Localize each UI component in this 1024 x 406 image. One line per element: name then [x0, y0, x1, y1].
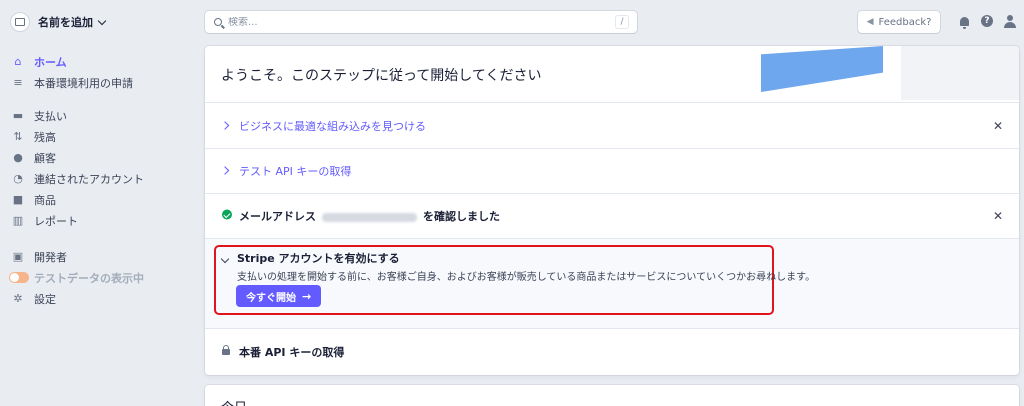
sidebar-item-label: テストデータの表示中	[34, 271, 144, 285]
start-now-button[interactable]: 今すぐ開始 →	[236, 285, 322, 307]
close-icon[interactable]: ✕	[993, 119, 1003, 133]
customer-icon: ●	[13, 151, 23, 164]
chevron-down-icon	[97, 16, 107, 25]
start-now-label: 今すぐ開始	[246, 292, 296, 304]
notifications-button[interactable]	[957, 14, 971, 29]
onboarding-header: ようこそ。このステップに従って開始してください	[205, 46, 1019, 103]
step-activate-description: 支払いの処理を開始する前に、お客様ご自身、およびお客様が販売している商品またはサ…	[237, 272, 816, 283]
connect-icon: ◔	[13, 172, 23, 185]
step-test-api[interactable]: テスト API キーの取得	[205, 149, 1019, 194]
chevron-right-icon	[220, 166, 230, 177]
sidebar-item-reports[interactable]: ▥ レポート	[12, 210, 187, 231]
search-shortcut-hint: /	[615, 15, 629, 29]
profile-button[interactable]	[1003, 14, 1017, 28]
decorative-shape	[901, 46, 1019, 100]
chevron-down-icon	[220, 252, 230, 265]
step-email-verified: メールアドレス を確認しました ✕	[205, 194, 1019, 239]
email-suffix: を確認しました	[423, 210, 500, 223]
nav-developer: ▣ 開発者 テストデータの表示中 ✲ 設定	[9, 246, 187, 309]
account-switcher[interactable]: 名前を追加	[10, 12, 107, 32]
lock-icon	[222, 345, 230, 358]
today-card: 今日	[205, 385, 1019, 406]
bell-icon	[959, 16, 969, 29]
step-activate-title: Stripe アカウントを有効にする	[237, 252, 400, 265]
home-icon: ⌂	[14, 55, 22, 68]
sidebar-item-label: ホーム	[34, 55, 67, 69]
nav-primary: ⌂ ホーム ≡ 本番環境利用の申請	[12, 51, 187, 93]
step-live-api: 本番 API キーの取得	[205, 329, 1019, 375]
sidebar-item-label: 支払い	[34, 109, 67, 123]
feedback-button[interactable]: ◀ Feedback?	[858, 11, 940, 33]
sidebar-item-test-data-toggle[interactable]: テストデータの表示中	[9, 267, 187, 288]
page-title: ようこそ。このステップに従って開始してください	[221, 68, 542, 84]
close-icon[interactable]: ✕	[993, 209, 1003, 223]
sidebar-item-label: 商品	[34, 193, 56, 207]
sidebar-item-activation[interactable]: ≡ 本番環境利用の申請	[12, 72, 187, 93]
check-circle-icon	[222, 209, 232, 223]
step-email-label: メールアドレス を確認しました	[239, 208, 500, 224]
megaphone-icon: ◀	[866, 17, 874, 27]
step-integration[interactable]: ビジネスに最適な組み込みを見つける ✕	[205, 103, 1019, 149]
step-activate-account: Stripe アカウントを有効にする 支払いの処理を開始する前に、お客様ご自身、…	[205, 239, 1019, 329]
sidebar-item-label: 連結されたアカウント	[34, 172, 144, 186]
help-icon: ?	[981, 15, 993, 27]
terminal-icon: ▣	[12, 250, 24, 263]
gear-icon: ✲	[13, 292, 23, 305]
sidebar-item-label: 開発者	[34, 250, 67, 264]
today-title: 今日	[221, 397, 247, 406]
search-bar: /	[205, 11, 637, 33]
sidebar-item-settings[interactable]: ✲ 設定	[12, 288, 187, 309]
account-name: 名前を追加	[38, 16, 93, 29]
sidebar-item-home[interactable]: ⌂ ホーム	[12, 51, 187, 72]
decorative-shape	[761, 46, 883, 92]
step-test-api-label[interactable]: テスト API キーの取得	[239, 163, 351, 179]
sidebar-item-balances[interactable]: ⇅ 残高	[12, 126, 187, 147]
step-integration-label[interactable]: ビジネスに最適な組み込みを見つける	[239, 118, 426, 134]
onboarding-card: ようこそ。このステップに従って開始してください ビジネスに最適な組み込みを見つけ…	[205, 46, 1019, 375]
sidebar-item-customers[interactable]: ● 顧客	[12, 147, 187, 168]
balance-arrows-icon: ⇅	[13, 130, 23, 143]
wallet-icon: ▬	[12, 109, 24, 122]
sidebar-item-label: 顧客	[34, 151, 56, 165]
toggle-icon[interactable]	[9, 272, 29, 283]
product-box-icon: ■	[12, 193, 24, 206]
search-icon	[214, 18, 222, 26]
sidebar: 名前を追加 ⌂ ホーム ≡ 本番環境利用の申請 ▬ 支払い ⇅ 残高 ● 顧客 …	[0, 0, 192, 406]
sidebar-item-developers[interactable]: ▣ 開発者	[12, 246, 187, 267]
sidebar-item-connected-accounts[interactable]: ◔ 連結されたアカウント	[12, 168, 187, 189]
arrow-right-icon: →	[302, 289, 312, 303]
report-chart-icon: ▥	[12, 214, 24, 227]
redacted-email	[322, 212, 417, 222]
feedback-label: Feedback?	[878, 16, 932, 28]
help-button[interactable]: ?	[980, 14, 994, 28]
checklist-icon: ≡	[13, 76, 23, 89]
sidebar-item-products[interactable]: ■ 商品	[12, 189, 187, 210]
sidebar-item-label: 本番環境利用の申請	[34, 76, 133, 90]
sidebar-item-label: レポート	[34, 214, 78, 228]
search-input[interactable]	[228, 16, 608, 28]
sidebar-item-label: 残高	[34, 130, 56, 144]
sidebar-item-label: 設定	[34, 292, 56, 306]
sidebar-item-payments[interactable]: ▬ 支払い	[12, 105, 187, 126]
step-live-api-label: 本番 API キーの取得	[239, 346, 345, 359]
email-prefix: メールアドレス	[239, 210, 316, 223]
nav-business: ▬ 支払い ⇅ 残高 ● 顧客 ◔ 連結されたアカウント ■ 商品 ▥ レポート	[12, 105, 187, 231]
account-icon	[10, 12, 30, 32]
chevron-right-icon	[220, 120, 230, 131]
